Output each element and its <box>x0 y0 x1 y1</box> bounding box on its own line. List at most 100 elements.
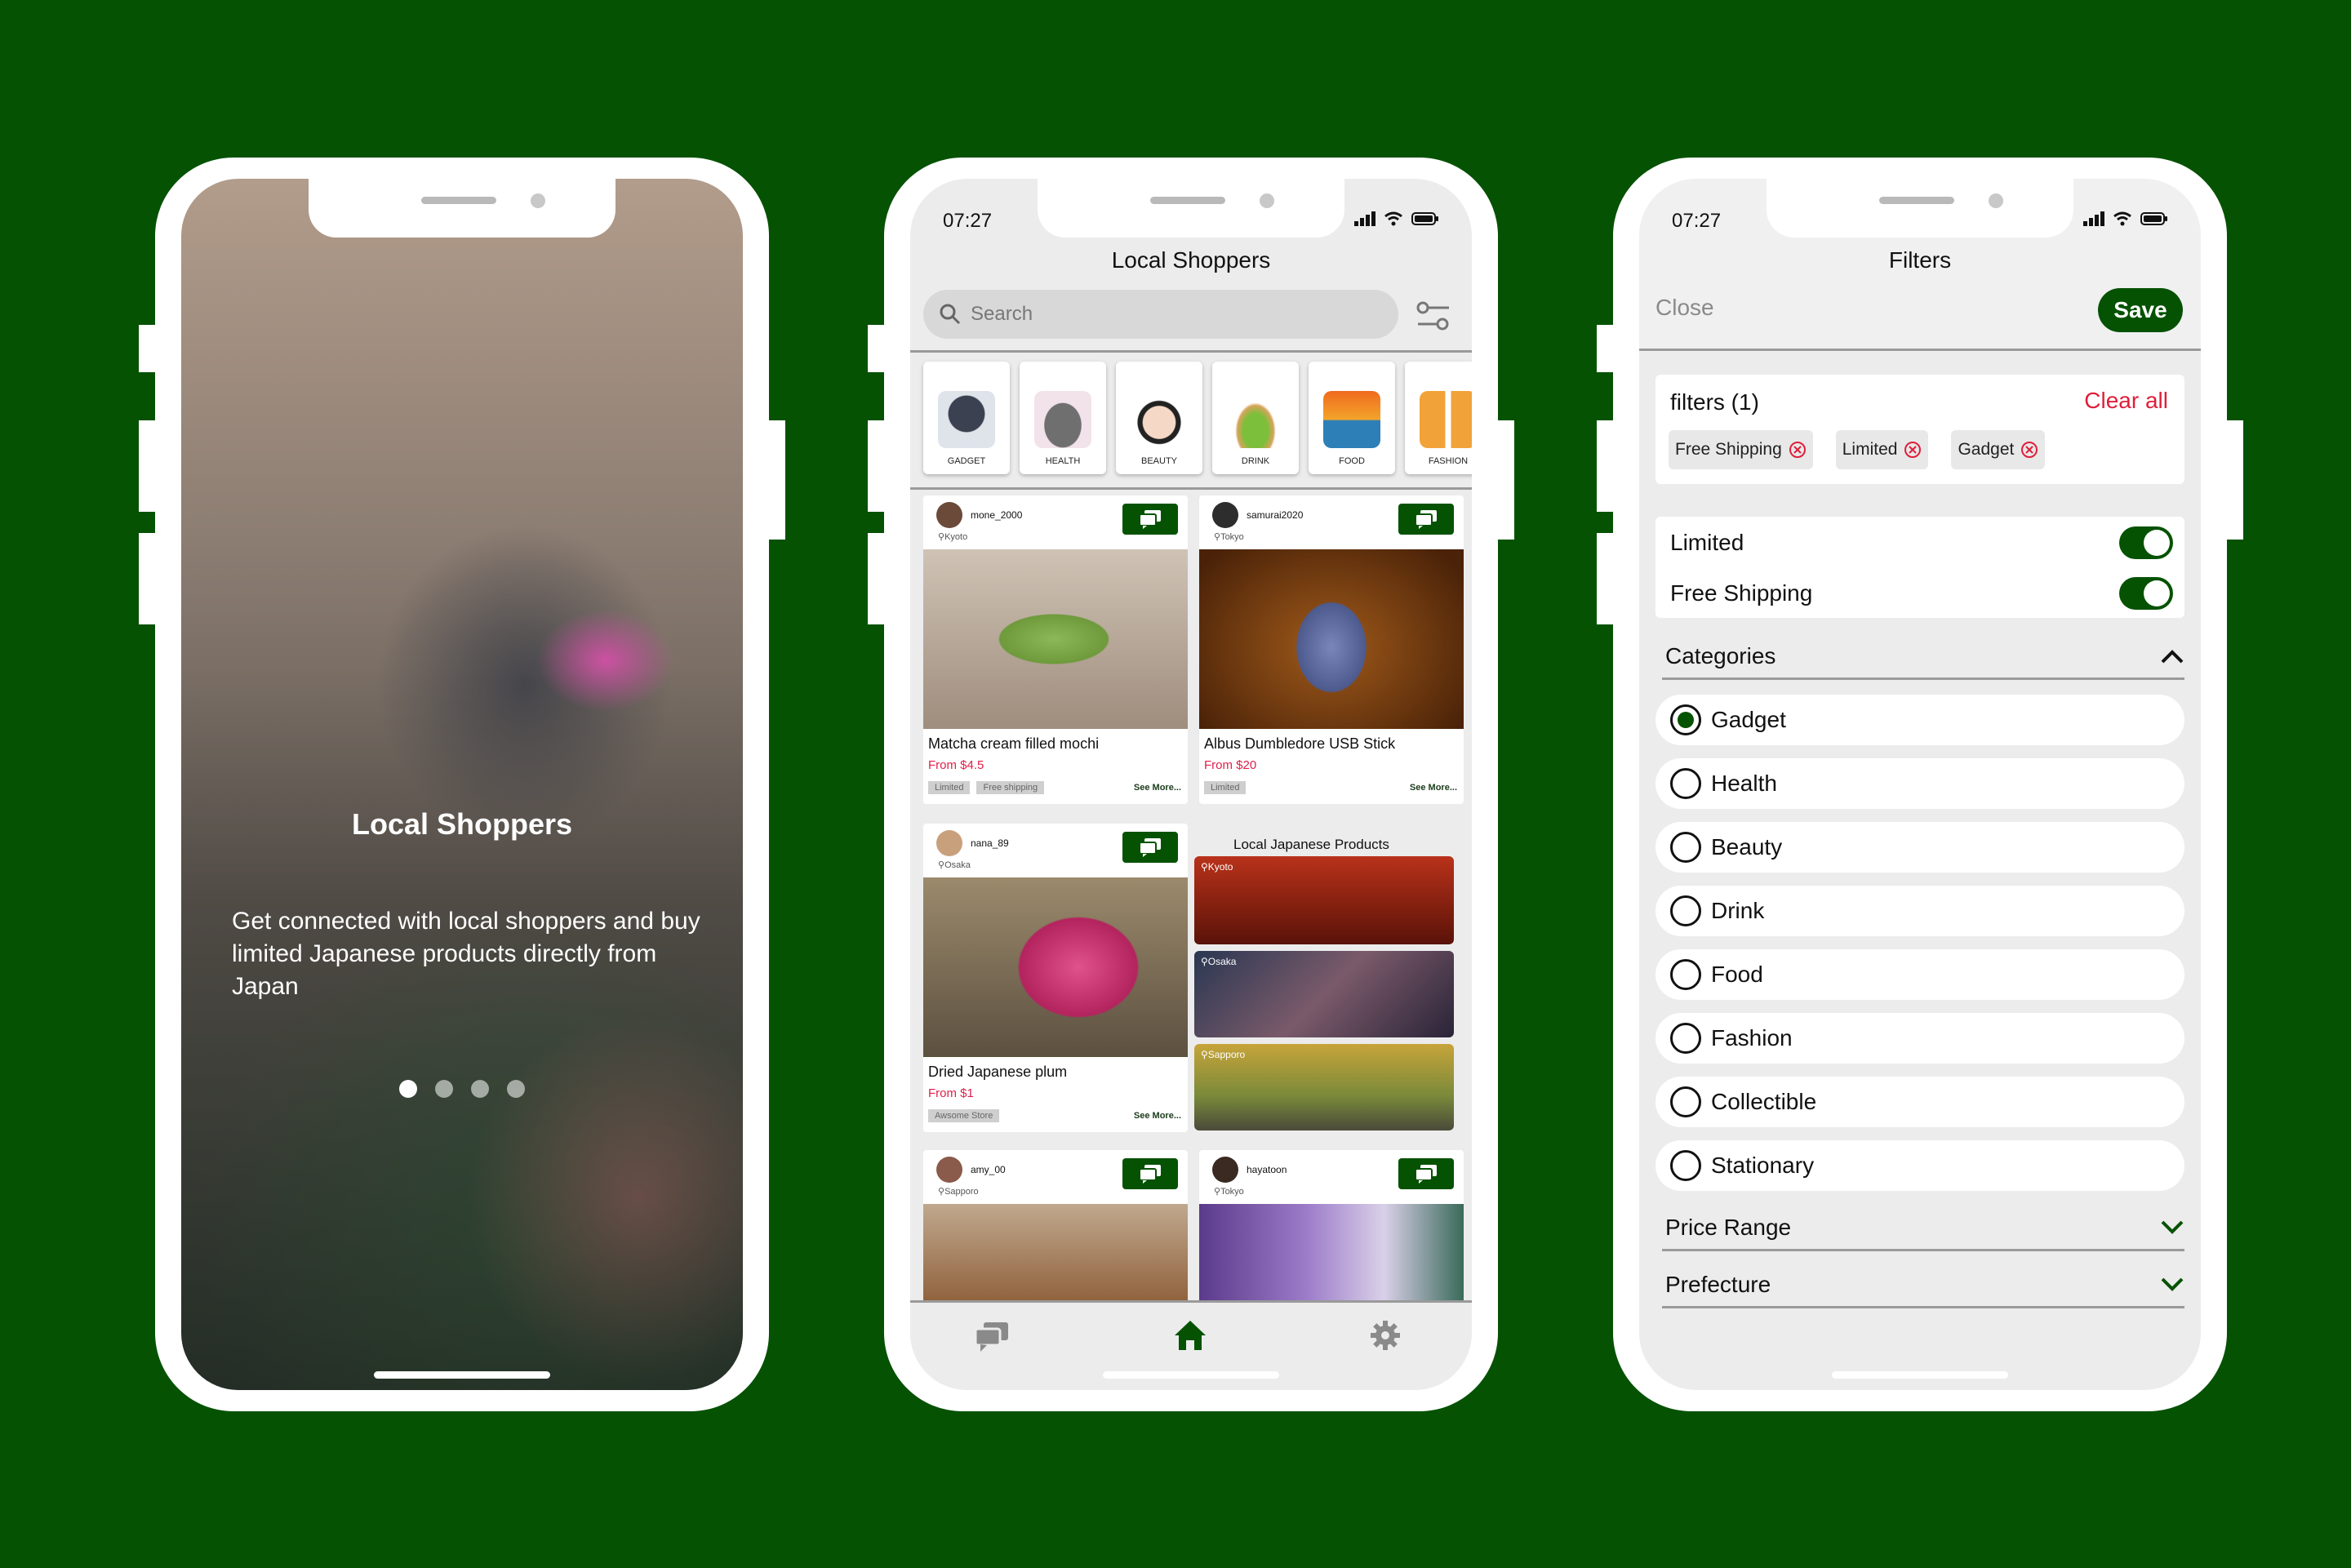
close-button[interactable]: Close <box>1655 295 1714 321</box>
signal-icon <box>2083 211 2104 226</box>
city-card-sapporo[interactable]: ⚲Sapporo <box>1194 1044 1454 1130</box>
page-dot[interactable] <box>435 1080 453 1098</box>
category-health[interactable]: HEALTH <box>1020 362 1106 474</box>
wifi-icon <box>2113 211 2131 226</box>
wifi-icon <box>1384 211 1402 226</box>
product-card[interactable]: mone_2000 ⚲Kyoto Matcha cream filled moc… <box>923 495 1188 804</box>
category-option-health[interactable]: Health <box>1655 758 2184 809</box>
free-shipping-toggle[interactable] <box>2119 577 2173 610</box>
chevron-up-icon <box>2161 649 2184 663</box>
product-price: From $1 <box>928 1086 974 1100</box>
category-option-collectible[interactable]: Collectible <box>1655 1077 2184 1127</box>
chat-button[interactable] <box>1398 504 1454 535</box>
home-indicator[interactable] <box>1832 1371 2008 1379</box>
category-drink[interactable]: DRINK <box>1212 362 1299 474</box>
category-beauty[interactable]: BEAUTY <box>1116 362 1202 474</box>
radio[interactable] <box>1670 768 1701 799</box>
category-option-food[interactable]: Food <box>1655 949 2184 1000</box>
chat-button[interactable] <box>1122 504 1178 535</box>
toggle-row-free-shipping[interactable]: Free Shipping <box>1670 569 2173 618</box>
category-gadget[interactable]: GADGET <box>923 362 1010 474</box>
page-dot[interactable] <box>507 1080 525 1098</box>
filter-sliders-icon[interactable] <box>1415 298 1452 334</box>
home-indicator[interactable] <box>374 1371 550 1379</box>
onboarding-screen: Local Shoppers Get connected with local … <box>181 179 743 1390</box>
category-food[interactable]: FOOD <box>1309 362 1395 474</box>
category-fashion[interactable]: FASHION <box>1405 362 1472 474</box>
product-card[interactable]: hayatoon ⚲Tokyo <box>1199 1150 1464 1313</box>
filter-chip[interactable]: Gadget <box>1951 430 2046 469</box>
remove-x-icon[interactable] <box>1789 441 1807 459</box>
category-option-beauty[interactable]: Beauty <box>1655 822 2184 873</box>
category-option-stationary[interactable]: Stationary <box>1655 1140 2184 1191</box>
active-filters-title: filters (1) <box>1670 389 1759 415</box>
radio[interactable] <box>1670 959 1701 990</box>
radio[interactable] <box>1670 895 1701 926</box>
prefecture-accordion[interactable]: Prefecture <box>1662 1263 2184 1308</box>
radio-selected[interactable] <box>1670 704 1701 735</box>
product-card[interactable]: amy_00 ⚲Sapporo <box>923 1150 1188 1313</box>
chat-button[interactable] <box>1398 1158 1454 1189</box>
category-option-gadget[interactable]: Gadget <box>1655 695 2184 745</box>
product-image[interactable] <box>1199 549 1464 729</box>
product-image[interactable] <box>1199 1204 1464 1313</box>
radio[interactable] <box>1670 1150 1701 1181</box>
radio[interactable] <box>1670 1086 1701 1117</box>
page-dot[interactable] <box>471 1080 489 1098</box>
see-more-link[interactable]: See More... <box>1134 1111 1181 1121</box>
product-card[interactable]: nana_89 ⚲Osaka Dried Japanese plum From … <box>923 824 1188 1132</box>
onboarding-phone: Local Shoppers Get connected with local … <box>139 158 785 1411</box>
city-card-osaka[interactable]: ⚲Osaka <box>1194 951 1454 1037</box>
city-card-kyoto[interactable]: ⚲Kyoto <box>1194 856 1454 944</box>
battery-icon <box>2140 212 2167 225</box>
product-card[interactable]: samurai2020 ⚲Tokyo Albus Dumbledore USB … <box>1199 495 1464 804</box>
toggle-row-limited[interactable]: Limited <box>1670 518 2173 567</box>
power-button <box>767 420 785 540</box>
filters-screen: 07:27 Filters Close Save filters (1) Cle… <box>1639 179 2201 1390</box>
chat-icon <box>1415 510 1437 529</box>
chat-button[interactable] <box>1122 832 1178 863</box>
location-label: ⚲Tokyo <box>1214 532 1244 542</box>
category-option-drink[interactable]: Drink <box>1655 886 2184 936</box>
home-indicator[interactable] <box>1103 1371 1279 1379</box>
remove-x-icon[interactable] <box>1904 441 1922 459</box>
search-icon <box>940 304 961 325</box>
chat-button[interactable] <box>1122 1158 1178 1189</box>
onboarding-description: Get connected with local shoppers and bu… <box>232 908 700 1000</box>
volume-up-button <box>139 420 157 512</box>
see-more-link[interactable]: See More... <box>1410 783 1457 793</box>
username: nana_89 <box>971 837 1009 849</box>
category-strip[interactable]: GADGET HEALTH BEAUTY DRINK FOOD FASHION <box>923 362 1472 474</box>
page-dot[interactable] <box>399 1080 417 1098</box>
remove-x-icon[interactable] <box>2020 441 2038 459</box>
product-image[interactable] <box>923 1204 1188 1313</box>
location-label: ⚲Tokyo <box>1214 1187 1244 1197</box>
categories-accordion[interactable]: Categories <box>1662 634 2184 680</box>
chat-icon <box>1139 1165 1161 1184</box>
radio[interactable] <box>1670 1023 1701 1054</box>
limited-toggle[interactable] <box>2119 526 2173 559</box>
filter-chip[interactable]: Free Shipping <box>1669 430 1813 469</box>
section-title: Local Japanese Products <box>1233 837 1389 852</box>
clear-all-button[interactable]: Clear all <box>2084 388 2168 414</box>
category-option-fashion[interactable]: Fashion <box>1655 1013 2184 1064</box>
face-icon <box>1131 391 1188 448</box>
chat-icon <box>1139 838 1161 857</box>
search-input[interactable]: Search <box>923 290 1398 339</box>
tab-settings-gear-icon[interactable] <box>1369 1319 1402 1352</box>
price-range-accordion[interactable]: Price Range <box>1662 1206 2184 1251</box>
product-image[interactable] <box>923 877 1188 1057</box>
filter-chip[interactable]: Limited <box>1835 430 1929 469</box>
tab-home-icon[interactable] <box>1173 1319 1207 1352</box>
save-button[interactable]: Save <box>2098 288 2183 332</box>
product-image[interactable] <box>923 549 1188 729</box>
tab-chat-icon[interactable] <box>974 1321 1010 1353</box>
see-more-link[interactable]: See More... <box>1134 783 1181 793</box>
page-indicator[interactable] <box>181 1080 743 1098</box>
mute-switch <box>139 325 157 372</box>
tag: Free shipping <box>976 781 1045 794</box>
status-bar: 07:27 <box>910 198 1472 232</box>
product-name: Dried Japanese plum <box>928 1064 1068 1080</box>
radio[interactable] <box>1670 832 1701 863</box>
product-name: Albus Dumbledore USB Stick <box>1204 735 1396 752</box>
